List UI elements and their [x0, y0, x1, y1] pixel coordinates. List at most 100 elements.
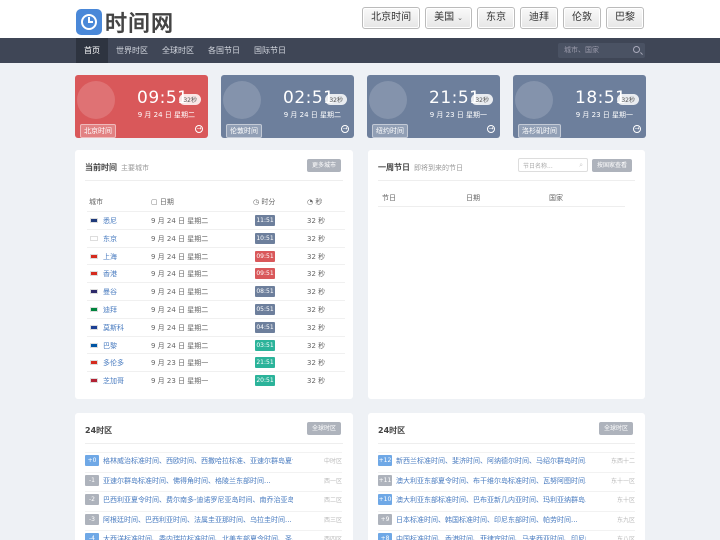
city-link[interactable]: 巴黎	[103, 341, 117, 351]
current-time-panel: 当前时间 主要城市 更多城市 城市 ▢ 日期 ◷ 时分 ◔ 秒 悉尼 9 月 24 …	[75, 150, 353, 399]
holidays-subtitle: 即将到来的节日	[414, 164, 463, 172]
clock-card[interactable]: 18:51 32秒 9 月 23 日 星期一 洛杉矶时间 →	[513, 75, 646, 138]
site-logo[interactable]: 时间网	[76, 6, 174, 38]
list-item: +10 澳大利亚东部标准时间、巴布亚新几内亚时间、玛利亚纳群岛... 东十区	[378, 491, 635, 508]
tz-names-link[interactable]: 格林威治标准时间、西欧时间、西撒哈拉标准、亚速尔群岛夏令...	[103, 456, 293, 466]
holiday-header-country: 国家	[549, 194, 563, 202]
tz-names-link[interactable]: 新西兰标准时间、斐济时间、阿纳德尔时间、马绍尔群岛时间...	[396, 456, 586, 466]
table-row: 悉尼 9 月 24 日 星期二 11:51 32 秒	[87, 211, 345, 229]
global-tz-button-left[interactable]: 全球时区	[307, 422, 342, 435]
flag-icon	[90, 307, 98, 312]
nav-country-holidays[interactable]: 各国节日	[200, 38, 248, 63]
tz-region: 东九区	[616, 516, 635, 524]
city-link[interactable]: 东京	[103, 234, 117, 244]
time-badge: 05:51	[255, 304, 275, 315]
city-link[interactable]: 曼谷	[103, 287, 117, 297]
search-icon[interactable]	[633, 46, 640, 53]
table-row: 迪拜 9 月 24 日 星期二 05:51 32 秒	[87, 300, 345, 318]
tz-names-link[interactable]: 日本标准时间、韩国标准时间、印尼东部时间、帕劳时间...	[396, 515, 586, 525]
city-link[interactable]: 香港	[103, 269, 117, 279]
topnav-beijing[interactable]: 北京时间	[362, 7, 421, 29]
row-seconds: 32 秒	[307, 288, 326, 297]
tz-names-link[interactable]: 亚速尔群岛标准时间、佛得角时间、格陵兰东部时间...	[103, 476, 293, 486]
list-item: +0 格林威治标准时间、西欧时间、西撒哈拉标准、亚速尔群岛夏令... 中时区	[85, 452, 342, 469]
time-badge: 04:51	[255, 321, 275, 333]
table-row: 香港 9 月 24 日 星期二 09:51 32 秒	[87, 264, 345, 282]
row-date: 9 月 23 日 星期一	[151, 377, 209, 386]
city-link[interactable]: 悉尼	[103, 216, 117, 226]
arrow-right-icon[interactable]: →	[633, 125, 641, 133]
tz-offset-badge: +10	[378, 494, 392, 505]
clock-card[interactable]: 21:51 32秒 9 月 23 日 星期一 纽约时间 →	[367, 75, 500, 138]
header-date: ▢ 日期	[151, 198, 174, 206]
row-seconds: 32 秒	[307, 377, 326, 386]
topnav-paris[interactable]: 巴黎	[606, 7, 644, 29]
time-badge: 10:51	[255, 232, 275, 244]
row-date: 9 月 24 日 星期二	[151, 234, 209, 243]
tz-names-link[interactable]: 巴西利亚夏令时间、费尔南多-迪诺罗尼亚岛时间、南乔治亚岛时间...	[103, 495, 293, 505]
flag-icon	[90, 289, 98, 295]
header-seconds: ◔ 秒	[307, 198, 323, 206]
arrow-right-icon[interactable]: →	[341, 125, 349, 133]
flag-icon	[90, 342, 98, 348]
holiday-search-input[interactable]: 节日名称... ⌕	[518, 158, 588, 172]
row-seconds: 32 秒	[307, 323, 326, 332]
nav-world-timezones[interactable]: 世界时区	[108, 38, 156, 63]
top-city-nav: 北京时间 美国 ⌄ 东京 迪拜 伦敦 巴黎	[362, 7, 644, 29]
row-date: 9 月 24 日 星期二	[151, 217, 209, 225]
city-link[interactable]: 迪拜	[103, 305, 117, 315]
nav-intl-holidays[interactable]: 国际节日	[246, 38, 294, 63]
row-date: 9 月 24 日 星期二	[151, 323, 209, 332]
search-input[interactable]: 城市、国家	[558, 43, 645, 58]
list-item: -4 大西洋标准时间、委内瑞拉标准时间、北美东部夏令时间、圣皮... 西四区	[85, 530, 342, 540]
topnav-usa[interactable]: 美国 ⌄	[425, 7, 472, 29]
current-time-title: 当前时间 主要城市	[85, 163, 149, 172]
city-link[interactable]: 莫斯科	[103, 323, 124, 333]
tz-names-link[interactable]: 澳大利亚东部夏令时间、布干维尔岛标准时间、瓦努阿图时间...	[396, 476, 586, 486]
row-seconds: 32 秒	[307, 306, 326, 314]
nav-global-timezones[interactable]: 全球时区	[154, 38, 202, 63]
row-date: 9 月 23 日 星期一	[151, 359, 209, 368]
topnav-london[interactable]: 伦敦	[563, 7, 601, 29]
flag-icon	[90, 271, 98, 277]
topnav-dubai[interactable]: 迪拜	[520, 7, 558, 29]
tz-region: 东八区	[616, 536, 635, 540]
current-time-subtitle: 主要城市	[121, 164, 149, 172]
holiday-header-date: 日期	[466, 194, 480, 202]
holiday-header-name: 节日	[382, 194, 396, 202]
tz-region: 西三区	[323, 516, 342, 524]
clock-card[interactable]: 09:51 32秒 9 月 24 日 星期二 北京时间 →	[75, 75, 208, 138]
tz-names-link[interactable]: 中国标准时间、香港时间、菲律宾时间、马来西亚时间、印尼中...	[396, 534, 586, 540]
search-icon: ⌕	[579, 161, 583, 169]
city-link[interactable]: 芝加哥	[103, 376, 124, 386]
city-link[interactable]: 上海	[103, 252, 117, 262]
topnav-tokyo[interactable]: 东京	[477, 7, 515, 29]
tz-names-link[interactable]: 阿根廷时间、巴西利亚时间、法属圭亚那时间、乌拉圭时间...	[103, 515, 293, 525]
more-cities-button[interactable]: 更多城市	[307, 159, 342, 172]
calendar-icon: ▢	[151, 198, 160, 206]
chevron-down-icon: ⌄	[457, 14, 463, 22]
clock-logo-icon	[76, 9, 102, 35]
arrow-right-icon[interactable]: →	[487, 125, 495, 133]
clock-label: 洛杉矶时间	[518, 124, 561, 138]
tz-names-link[interactable]: 澳大利亚东部标准时间、巴布亚新几内亚时间、玛利亚纳群岛...	[396, 495, 586, 505]
row-date: 9 月 24 日 星期二	[151, 270, 209, 279]
city-link[interactable]: 多伦多	[103, 358, 124, 368]
by-country-button[interactable]: 按国家查看	[592, 159, 633, 172]
tz-region: 中时区	[323, 458, 342, 465]
globe-icon	[223, 81, 261, 119]
list-item: -2 巴西利亚夏令时间、费尔南多-迪诺罗尼亚岛时间、南乔治亚岛时间... 西二区	[85, 491, 342, 508]
tz-region: 西一区	[323, 477, 342, 485]
flag-icon	[90, 218, 98, 223]
tz-region: 西二区	[323, 497, 342, 504]
tz-right-panel: 24时区 全球时区 +12 新西兰标准时间、斐济时间、阿纳德尔时间、马绍尔群岛时间…	[368, 413, 645, 540]
global-tz-button-right[interactable]: 全球时区	[599, 422, 634, 435]
clock-seconds: 32秒	[617, 94, 639, 105]
arrow-right-icon[interactable]: →	[195, 125, 203, 133]
clock-card[interactable]: 02:51 32秒 9 月 24 日 星期二 伦敦时间 →	[221, 75, 354, 138]
table-row: 巴黎 9 月 24 日 星期二 03:51 32 秒	[87, 335, 345, 354]
tz-names-link[interactable]: 大西洋标准时间、委内瑞拉标准时间、北美东部夏令时间、圣皮...	[103, 534, 293, 540]
row-seconds: 32 秒	[307, 234, 326, 243]
nav-home[interactable]: 首页	[76, 38, 108, 63]
row-date: 9 月 24 日 星期二	[151, 341, 209, 350]
